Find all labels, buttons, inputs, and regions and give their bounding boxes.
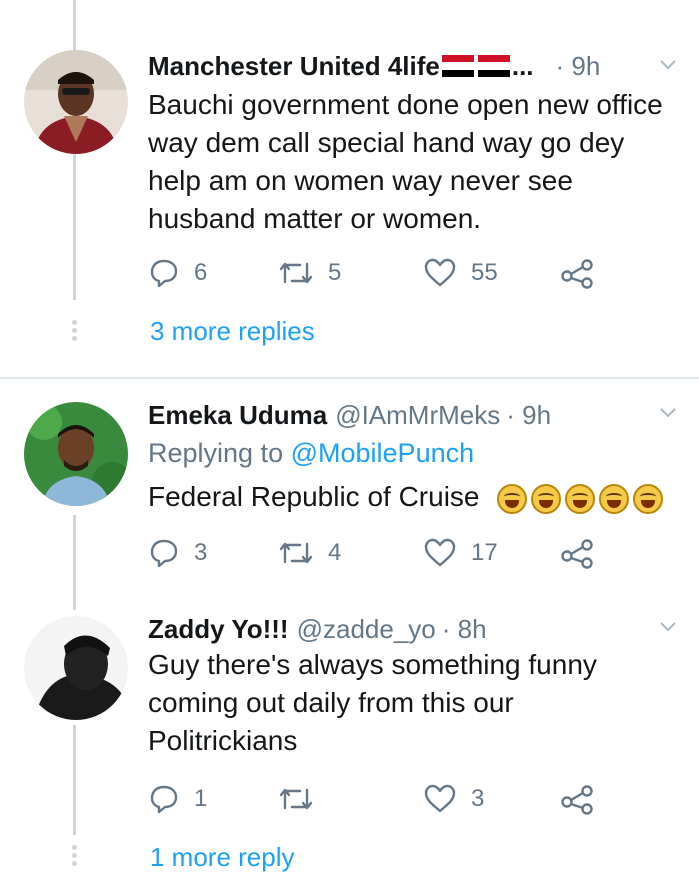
avatar[interactable]	[24, 616, 128, 720]
timestamp[interactable]: · 9h	[506, 400, 551, 431]
like-count: 3	[471, 785, 485, 812]
like-count: 17	[471, 539, 498, 566]
tweet-text: Guy there's always something funny comin…	[148, 649, 597, 756]
like-count: 55	[471, 259, 498, 286]
tweet-text-content: Federal Republic of Cruise	[148, 481, 480, 512]
laughing-emoji-icon	[565, 483, 596, 514]
reply-icon	[150, 785, 178, 814]
tweet-header: Zaddy Yo!!! @zadde_yo · 8h	[148, 611, 679, 647]
tweet-header: Manchester United 4life ... · 9h	[148, 48, 679, 84]
laughing-emoji-icon	[633, 483, 664, 514]
tweet-header: Emeka Uduma @IAmMrMeks · 9h	[148, 397, 679, 433]
replying-label: Replying to	[148, 438, 284, 468]
retweet-button[interactable]: 5	[278, 255, 341, 291]
share-icon	[561, 785, 593, 815]
like-button[interactable]: 3	[423, 781, 484, 817]
share-icon	[561, 259, 593, 289]
tweet-actions: 1 3	[148, 781, 608, 817]
display-name[interactable]: Emeka Uduma	[148, 400, 327, 431]
retweet-icon	[279, 262, 313, 284]
thread-line-middle	[73, 515, 76, 610]
thread-line-bottom	[73, 725, 76, 835]
more-replies-link[interactable]: 1 more reply	[150, 842, 295, 873]
egypt-flag-icon	[441, 55, 474, 77]
tweet-text: Bauchi government done open new office w…	[148, 89, 663, 234]
reply-count: 6	[194, 259, 208, 286]
reply-icon	[150, 539, 178, 568]
share-button[interactable]	[560, 255, 596, 291]
egypt-flag-icon	[477, 55, 510, 77]
thread-dots	[71, 320, 77, 341]
laughing-emoji-icon	[599, 483, 630, 514]
reply-button[interactable]: 1	[148, 781, 207, 817]
replying-to: Replying to @MobilePunch	[148, 438, 474, 469]
display-name[interactable]: Zaddy Yo!!!	[148, 614, 289, 645]
reply-icon	[150, 259, 178, 288]
more-replies-link[interactable]: 3 more replies	[150, 316, 315, 347]
user-handle[interactable]: @IAmMrMeks	[335, 400, 500, 431]
share-button[interactable]	[560, 535, 596, 571]
tweet-actions: 3 4 17	[148, 535, 608, 571]
laughing-emoji-icon	[497, 483, 528, 514]
retweet-button[interactable]: 4	[278, 535, 341, 571]
chevron-down-icon[interactable]	[659, 618, 677, 636]
chevron-down-icon[interactable]	[659, 56, 677, 74]
avatar[interactable]	[24, 402, 128, 506]
retweet-count: 5	[328, 259, 342, 286]
tweet-actions: 6 5 55	[148, 255, 608, 291]
share-button[interactable]	[560, 781, 596, 817]
retweet-count: 4	[328, 539, 342, 566]
reply-button[interactable]: 3	[148, 535, 207, 571]
reply-count: 1	[194, 785, 208, 812]
reply-button[interactable]: 6	[148, 255, 207, 291]
retweet-icon	[279, 542, 313, 564]
timestamp[interactable]: · 9h	[556, 51, 601, 82]
heart-icon	[424, 784, 456, 813]
heart-icon	[424, 538, 456, 567]
divider	[0, 377, 699, 379]
user-handle[interactable]: @zadde_yo	[297, 614, 436, 645]
tweet-text: Federal Republic of Cruise	[148, 478, 678, 516]
mention-link[interactable]: @MobilePunch	[291, 438, 475, 468]
chevron-down-icon[interactable]	[659, 404, 677, 422]
reply-count: 3	[194, 539, 208, 566]
like-button[interactable]: 17	[423, 535, 498, 571]
avatar[interactable]	[24, 50, 128, 154]
display-name[interactable]: Manchester United 4life	[148, 51, 440, 82]
share-icon	[561, 539, 593, 569]
timestamp[interactable]: · 8h	[442, 614, 487, 645]
like-button[interactable]: 55	[423, 255, 498, 291]
retweet-button[interactable]	[278, 781, 328, 817]
name-ellipsis: ...	[511, 50, 534, 81]
thread-dots	[71, 845, 77, 866]
retweet-icon	[279, 788, 313, 810]
heart-icon	[424, 258, 456, 287]
laughing-emoji-icon	[531, 483, 562, 514]
